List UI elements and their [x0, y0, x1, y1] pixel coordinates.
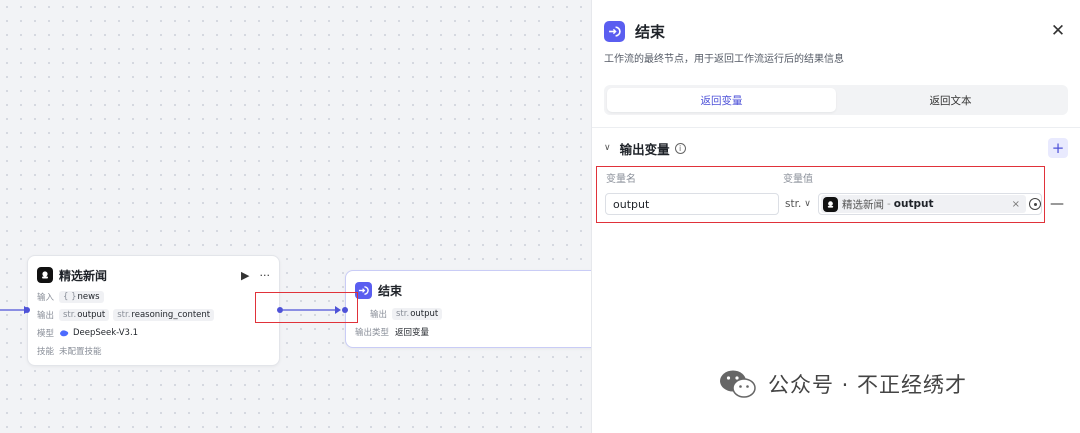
end-node-title: 结束 [378, 284, 403, 298]
skill-value: 未配置技能 [59, 347, 102, 357]
input-tag-name: news [77, 292, 100, 302]
output-label: 输出 [37, 311, 55, 321]
end-output-tag-name: output [410, 309, 439, 319]
tab-return-text[interactable]: 返回文本 [836, 88, 1065, 112]
end-output-label: 输出 [370, 310, 388, 320]
end-output-type-value: 返回变量 [395, 328, 430, 338]
end-output-type-label: 输出类型 [355, 328, 390, 338]
output-tag-name: reasoning_content [131, 310, 211, 320]
news-node-title: 精选新闻 [59, 268, 108, 283]
info-icon[interactable]: i [674, 142, 686, 154]
panel-title: 结束 [635, 22, 666, 41]
output-tag-name: output [77, 310, 106, 320]
return-mode-tabs: 返回变量 返回文本 [604, 85, 1068, 115]
input-label: 输入 [37, 293, 55, 303]
close-icon[interactable]: ✕ [1048, 21, 1068, 41]
output-tag-prefix: str. [63, 310, 77, 320]
news-input-port[interactable] [24, 307, 30, 313]
output-tag-prefix: str. [117, 310, 131, 320]
panel-description: 工作流的最终节点，用于返回工作流运行后的结果信息 [604, 54, 844, 65]
news-node[interactable]: 精选新闻 ▶ ··· 输入 { } news 输出 str. output st… [27, 255, 280, 366]
output-tag: str. reasoning_content [113, 309, 215, 321]
workflow-canvas[interactable]: 精选新闻 ▶ ··· 输入 { } news 输出 str. output st… [0, 0, 592, 433]
output-variables-title: 输出变量 [619, 141, 670, 157]
end-output-tag-prefix: str. [396, 309, 410, 319]
watermark-text: 公众号 · 不正经绣才 [768, 373, 968, 397]
chevron-down-icon[interactable]: ∨ [604, 143, 611, 153]
run-icon[interactable]: ▶ [241, 269, 249, 282]
remove-variable-button[interactable]: — [1050, 196, 1064, 212]
input-tag: { } news [59, 291, 104, 303]
deepseek-whale-icon [59, 329, 69, 337]
output-tag: str. output [59, 309, 110, 321]
panel-end-icon [604, 20, 625, 42]
app-logo-icon [37, 267, 53, 283]
end-node[interactable]: 结束 输出 str. output 输出类型 返回变量 [345, 270, 592, 348]
skill-label: 技能 [37, 347, 55, 357]
model-value: DeepSeek-V3.1 [73, 328, 139, 338]
watermark: 公众号 · 不正经绣才 [718, 368, 967, 400]
variable-highlight-box [596, 166, 1045, 223]
end-output-tag: str. output [392, 308, 443, 320]
wechat-icon [720, 370, 756, 398]
edge-highlight-box [255, 292, 358, 323]
add-variable-button[interactable]: + [1048, 138, 1068, 158]
more-icon[interactable]: ··· [260, 269, 271, 282]
model-label: 模型 [37, 329, 55, 339]
tab-return-variable[interactable]: 返回变量 [607, 88, 836, 112]
input-tag-prefix: { } [63, 292, 77, 302]
